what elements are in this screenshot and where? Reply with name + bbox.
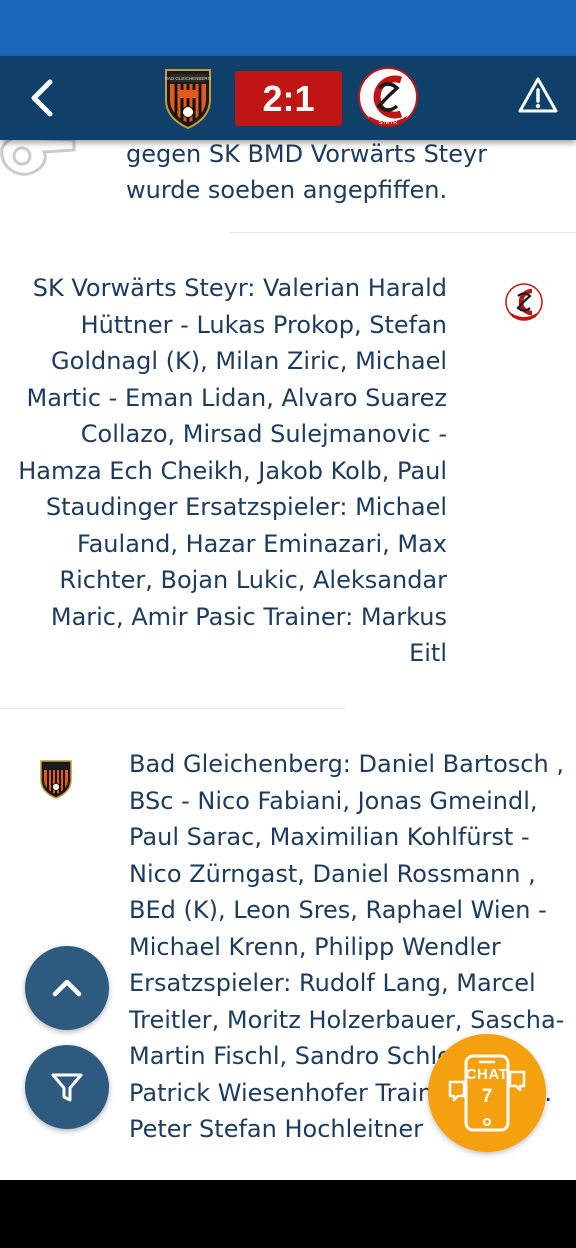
match-header: BAD GLEICHENBERG 2:1 STEYR — [0, 56, 576, 140]
away-team-badge — [505, 283, 543, 321]
alert-button[interactable] — [516, 74, 560, 118]
whistle-icon — [0, 140, 76, 176]
chat-count-badge: 7 — [481, 1086, 493, 1107]
chat-button[interactable]: CHAT 7 — [428, 1034, 546, 1152]
chat-label: CHAT — [465, 1066, 509, 1083]
chevron-left-icon — [31, 79, 53, 117]
svg-text:BAD GLEICHENBERG: BAD GLEICHENBERG — [165, 76, 212, 81]
kickoff-event-text: gegen SK BMD Vorwärts Steyr wurde soeben… — [126, 140, 488, 204]
warning-triangle-icon — [518, 77, 558, 113]
funnel-icon — [51, 1073, 83, 1102]
status-bar — [0, 0, 576, 56]
back-button[interactable] — [22, 76, 66, 120]
divider — [230, 232, 576, 233]
score-display: 2:1 — [235, 71, 342, 126]
chevron-up-icon — [52, 979, 82, 997]
divider — [0, 708, 346, 709]
home-team-crest[interactable]: BAD GLEICHENBERG — [162, 66, 214, 130]
scroll-to-top-button[interactable] — [25, 946, 109, 1030]
away-lineup-text: SK Vorwärts Steyr: Valerian Harald Hüttn… — [18, 274, 447, 667]
svg-text:STEYR: STEYR — [379, 120, 397, 126]
away-team-crest[interactable]: STEYR — [357, 66, 419, 130]
filter-button[interactable] — [25, 1045, 109, 1129]
system-navigation-bar — [0, 1180, 576, 1248]
home-team-badge — [40, 760, 72, 799]
